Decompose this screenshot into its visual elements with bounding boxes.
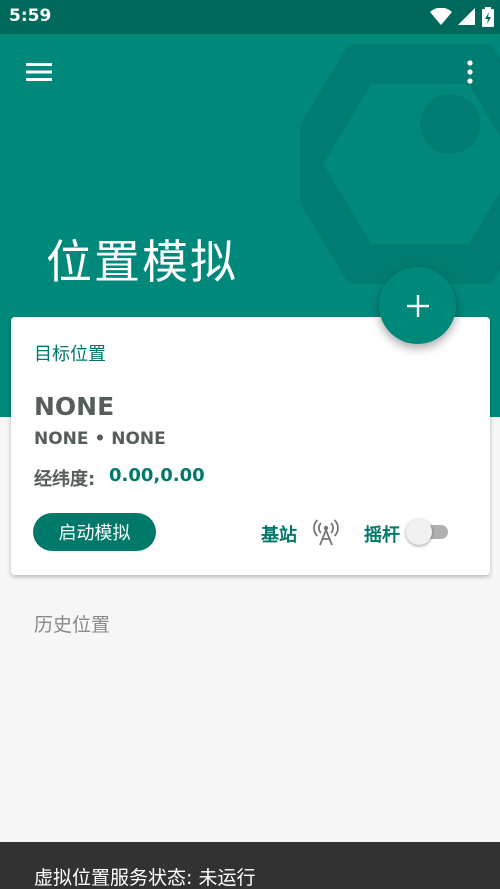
start-simulation-button[interactable]: 启动模拟 [33,513,156,551]
menu-button[interactable] [24,60,54,84]
base-station-label[interactable]: 基站 [261,521,297,547]
coordinates-label: 经纬度: [34,469,96,490]
joystick-toggle[interactable] [406,517,454,547]
signal-icon [458,8,476,30]
add-location-fab[interactable] [379,267,456,344]
card-title: 目标位置 [34,344,106,365]
location-name: NONE [34,392,115,421]
status-time: 5:59 [9,6,52,26]
status-bar: 5:59 [0,0,500,34]
target-location-card: 目标位置 NONE NONE • NONE 经纬度: 0.00,0.00 启动模… [11,317,490,575]
wifi-icon [430,7,452,30]
battery-icon [482,7,494,31]
service-status-text: 虚拟位置服务状态: 未运行 [34,867,256,889]
more-vertical-icon [467,60,473,84]
plus-icon [406,294,429,317]
hamburger-menu-icon [26,63,52,81]
coordinates-value: 0.00,0.00 [109,465,205,486]
page-title: 位置模拟 [46,235,238,289]
location-subtitle: NONE • NONE [34,429,166,449]
history-section-label: 历史位置 [34,614,111,636]
antenna-icon[interactable] [313,518,339,546]
status-icons [430,7,494,31]
joystick-label: 摇杆 [364,525,400,546]
more-options-button[interactable] [458,58,482,86]
service-status-bar: 虚拟位置服务状态: 未运行 [0,842,500,889]
toggle-thumb [406,519,432,545]
